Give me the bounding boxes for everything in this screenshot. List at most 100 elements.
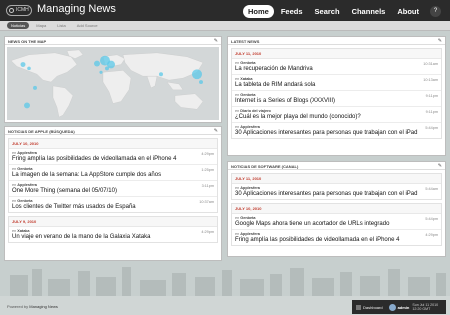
logo-text: ICMH — [16, 7, 29, 13]
tab-lista[interactable]: Lista — [53, 22, 69, 29]
item-source: en Applesfera — [235, 186, 260, 190]
date-group: JULY 11, 2010 en Genbeta 10:31am La recu… — [231, 48, 442, 139]
item-time: 4:29pm — [201, 230, 214, 234]
clock-time: 12:20 GMT — [412, 307, 431, 311]
map-panel: NEWS ON THE MAP ✎ — [4, 36, 222, 123]
date-group: JULY 11, 2010 en Applesfera 5:44am 30 Ap… — [231, 173, 442, 200]
item-time: 10:13am — [423, 78, 438, 82]
map-panel-title: NEWS ON THE MAP — [8, 39, 47, 44]
powered-by: Powered by Managing News — [7, 304, 58, 309]
tab-mapa[interactable]: Mapa — [32, 22, 50, 29]
username[interactable]: admin — [398, 305, 410, 310]
logo[interactable]: ICMH — [6, 5, 32, 16]
item-title-link[interactable]: Internet is a Series of Blogs (XXXVIII) — [235, 98, 438, 104]
item-title-link[interactable]: 30 Aplicaciones interesantes para person… — [235, 130, 438, 136]
item-source: en Genbeta — [235, 216, 256, 220]
item-title-link[interactable]: La tableta de RIM andará sola — [235, 82, 438, 88]
news-item[interactable]: en Xataka 4:29pm Un viaje en verano de l… — [9, 227, 217, 242]
item-title-link[interactable]: La recuperación de Mandriva — [235, 66, 438, 72]
item-title-link[interactable]: Un viaje en verano de la mano de la Gala… — [12, 234, 214, 240]
news-item[interactable]: en Genbeta 10:37am Los clientes de Twitt… — [9, 197, 217, 212]
item-title-link[interactable]: La imagen de la semana: La AppStore cump… — [12, 172, 214, 178]
dashboard-link[interactable]: Dashboard — [352, 304, 387, 310]
news-item[interactable]: en Genbeta 1:25pm La imagen de la semana… — [9, 165, 217, 181]
powered-by-label: Powered by — [7, 304, 29, 309]
date-group: JULY 9, 2010 en Xataka 4:29pm Un viaje e… — [8, 216, 218, 243]
item-time: 9:11pm — [425, 110, 438, 114]
sub-tabs: Noticias Mapa Lista Add Source — [7, 22, 102, 29]
powered-by-link[interactable]: Managing News — [29, 304, 58, 309]
date-header: JULY 11, 2010 — [232, 174, 441, 184]
item-title-link[interactable]: Fring amplía las posibilidades de videol… — [12, 156, 214, 162]
map-panel-header: NEWS ON THE MAP ✎ — [5, 37, 221, 45]
clock: Sun Jul 11 2010 12:20 GMT — [412, 303, 438, 312]
date-group: JULY 10, 2010 en Applesfera 4:29pm Fring… — [8, 138, 218, 213]
help-icon[interactable]: ? — [430, 5, 441, 17]
news-item[interactable]: en Xataka 10:13am La tableta de RIM anda… — [232, 75, 441, 91]
nav-about[interactable]: About — [392, 5, 424, 18]
apple-news-panel: NOTICIAS DE APPLE (BÚSQUEDA) ✎ JULY 10, … — [4, 126, 222, 261]
item-time: 10:37am — [199, 200, 214, 204]
date-header: JULY 10, 2010 — [232, 204, 441, 214]
item-title-link[interactable]: ¿Cuál es la mejor playa del mundo (conoc… — [235, 114, 438, 120]
item-source: en Applesfera — [235, 125, 260, 129]
edit-pencil-icon[interactable]: ✎ — [438, 163, 442, 169]
item-time: 4:29pm — [425, 233, 438, 237]
edit-pencil-icon[interactable]: ✎ — [214, 128, 218, 134]
sub-bar: Noticias Mapa Lista Add Source — [0, 21, 450, 31]
world-map-graphic — [7, 47, 219, 120]
main-nav: Home Feeds Search Channels About ? — [243, 4, 441, 18]
tab-add-source[interactable]: Add Source — [73, 22, 102, 29]
date-header: JULY 9, 2010 — [9, 217, 217, 227]
item-title-link[interactable]: Los clientes de Twitter más usados de Es… — [12, 204, 214, 210]
news-item[interactable]: en Applesfera 3:11pm One More Thing (sem… — [9, 181, 217, 197]
item-source: en Applesfera — [12, 151, 37, 155]
edit-pencil-icon[interactable]: ✎ — [214, 38, 218, 44]
item-source: en Xataka — [235, 77, 253, 81]
logo-mark-icon — [9, 8, 14, 13]
item-time: 3:11pm — [201, 184, 214, 188]
software-panel-title: NOTICIAS DE SOFTWARE (CANAL) — [231, 164, 299, 169]
item-time: 1:25pm — [201, 168, 214, 172]
news-item[interactable]: en Applesfera 4:29pm Fring amplía las po… — [9, 149, 217, 165]
news-item[interactable]: en Applesfera 5:44am 30 Aplicaciones int… — [232, 184, 441, 199]
item-source: en Diario del viajero — [235, 109, 271, 113]
tab-noticias[interactable]: Noticias — [7, 22, 30, 29]
news-item[interactable]: en Applesfera 4:29pm Fring amplía las po… — [232, 230, 441, 245]
user-box: Dashboard admin Sun Jul 11 2010 12:20 GM… — [352, 300, 446, 314]
nav-search[interactable]: Search — [310, 5, 345, 18]
news-item[interactable]: en Genbeta 10:31am La recuperación de Ma… — [232, 59, 441, 75]
item-title-link[interactable]: Google Maps ahora tiene un acortador de … — [235, 221, 438, 227]
item-source: en Genbeta — [12, 167, 33, 171]
latest-panel-header: LATEST NEWS ✎ — [228, 37, 445, 45]
item-time: 5:44pm — [425, 217, 438, 221]
latest-panel-title: LATEST NEWS — [231, 39, 260, 44]
date-header: JULY 11, 2010 — [232, 49, 441, 59]
item-source: en Xataka — [12, 229, 30, 233]
nav-channels[interactable]: Channels — [347, 5, 391, 18]
nav-home[interactable]: Home — [243, 4, 274, 18]
item-time: 4:29pm — [201, 152, 214, 156]
item-time: 10:31am — [423, 62, 438, 66]
top-bar: ICMH Managing News Home Feeds Search Cha… — [0, 0, 450, 21]
world-map[interactable] — [7, 47, 219, 120]
item-source: en Applesfera — [235, 232, 260, 236]
nav-feeds[interactable]: Feeds — [276, 5, 308, 18]
news-item[interactable]: en Genbeta 5:44pm Google Maps ahora tien… — [232, 214, 441, 230]
item-title-link[interactable]: One More Thing (semana del 05/07/10) — [12, 188, 214, 194]
dashboard-icon — [356, 304, 361, 310]
item-time: 5:44am — [425, 187, 438, 191]
item-source: en Genbeta — [12, 199, 33, 203]
edit-pencil-icon[interactable]: ✎ — [438, 38, 442, 44]
software-panel-header: NOTICIAS DE SOFTWARE (CANAL) ✎ — [228, 162, 445, 170]
news-item[interactable]: en Diario del viajero 9:11pm ¿Cuál es la… — [232, 107, 441, 123]
latest-news-panel: LATEST NEWS ✎ JULY 11, 2010 en Genbeta 1… — [227, 36, 446, 156]
apple-panel-header: NOTICIAS DE APPLE (BÚSQUEDA) ✎ — [5, 127, 221, 135]
item-title-link[interactable]: Fring amplía las posibilidades de videol… — [235, 237, 438, 243]
avatar[interactable] — [388, 303, 396, 311]
news-item[interactable]: en Genbeta 9:11pm Internet is a Series o… — [232, 91, 441, 107]
item-source: en Genbeta — [235, 61, 256, 65]
news-item[interactable]: en Applesfera 5:44pm 30 Aplicaciones int… — [232, 123, 441, 138]
dashboard-label: Dashboard — [363, 304, 383, 310]
item-title-link[interactable]: 30 Aplicaciones interesantes para person… — [235, 191, 438, 197]
